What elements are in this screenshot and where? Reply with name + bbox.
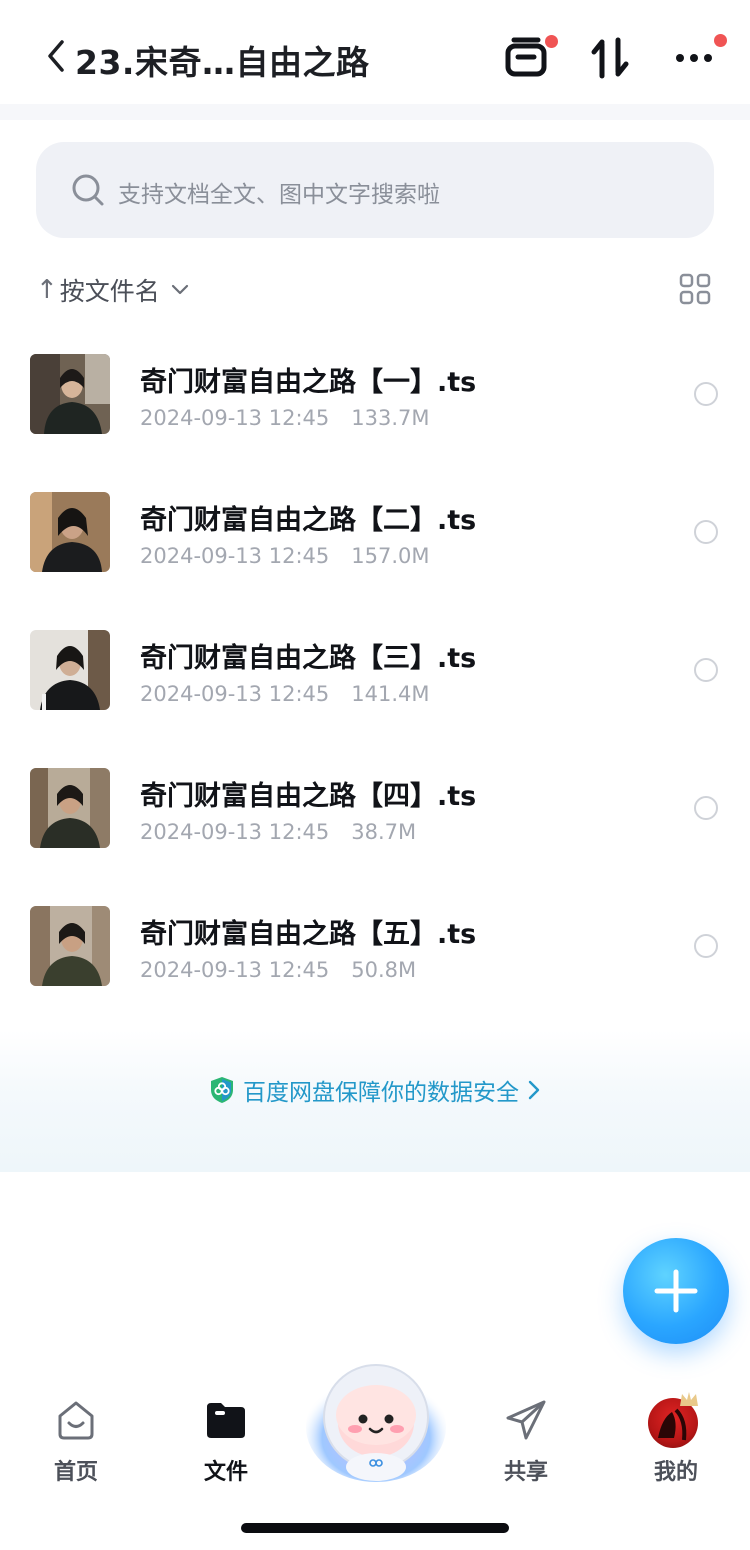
- tab-files[interactable]: 文件: [176, 1380, 276, 1485]
- paper-plane-icon: [506, 1400, 546, 1440]
- file-list: 奇门财富自由之路【一】.ts 2024-09-13 12:45 133.7M 奇门…: [0, 332, 750, 1022]
- tab-share-label: 共享: [503, 1460, 548, 1485]
- tab-home-label: 首页: [53, 1460, 98, 1485]
- file-size: 38.7M: [351, 820, 417, 844]
- folder-icon: [207, 1403, 245, 1438]
- grid-icon: [679, 273, 711, 305]
- tab-files-label: 文件: [203, 1460, 248, 1485]
- more-button[interactable]: [668, 30, 727, 86]
- notification-dot: [545, 35, 558, 48]
- video-thumbnail: [30, 630, 110, 710]
- top-bar: 23.宋奇…自由之路: [0, 0, 750, 104]
- file-size: 133.7M: [351, 406, 430, 430]
- file-meta: 2024-09-13 12:45 141.4M: [140, 682, 452, 706]
- file-date: 2024-09-13 12:45: [140, 820, 330, 844]
- tab-share[interactable]: 共享: [476, 1380, 576, 1485]
- notification-dot: [714, 34, 727, 47]
- file-meta: 2024-09-13 12:45 133.7M: [140, 406, 452, 430]
- home-icon: [58, 1401, 94, 1440]
- select-checkbox[interactable]: [694, 520, 718, 544]
- file-name: 奇门财富自由之路【二】.ts: [140, 505, 477, 536]
- sort-transfer-button[interactable]: [584, 30, 640, 86]
- file-list-item[interactable]: 奇门财富自由之路【四】.ts 2024-09-13 12:45 38.7M: [0, 746, 750, 884]
- ai-assistant-button[interactable]: [305, 1355, 447, 1485]
- video-thumbnail: [30, 354, 110, 434]
- back-button[interactable]: [38, 34, 74, 78]
- file-meta: 2024-09-13 12:45 38.7M: [140, 820, 438, 844]
- file-list-item[interactable]: 奇门财富自由之路【三】.ts 2024-09-13 12:45 141.4M: [0, 608, 750, 746]
- file-date: 2024-09-13 12:45: [140, 958, 330, 982]
- chevron-right-icon: [528, 1080, 540, 1100]
- chevron-left-icon: [48, 40, 64, 72]
- tab-mine-label: 我的: [653, 1460, 698, 1485]
- search-input[interactable]: 支持文档全文、图中文字搜索啦: [36, 142, 714, 238]
- select-checkbox[interactable]: [694, 796, 718, 820]
- sort-label: 按文件名: [59, 277, 160, 306]
- swap-vertical-icon: [591, 37, 629, 79]
- file-name: 奇门财富自由之路【一】.ts: [140, 367, 477, 398]
- search-icon: [72, 174, 104, 206]
- file-date: 2024-09-13 12:45: [140, 682, 330, 706]
- select-checkbox[interactable]: [694, 382, 718, 406]
- file-name: 奇门财富自由之路【四】.ts: [140, 781, 477, 812]
- select-checkbox[interactable]: [694, 934, 718, 958]
- search-placeholder: 支持文档全文、图中文字搜索啦: [118, 182, 440, 208]
- file-size: 50.8M: [351, 958, 417, 982]
- file-date: 2024-09-13 12:45: [140, 406, 330, 430]
- sort-direction-icon: ↑: [36, 275, 58, 305]
- video-thumbnail: [30, 768, 110, 848]
- shield-icon: [211, 1077, 233, 1103]
- file-size: 157.0M: [351, 544, 430, 568]
- header-divider: [0, 104, 750, 120]
- file-date: 2024-09-13 12:45: [140, 544, 330, 568]
- add-button[interactable]: [623, 1238, 729, 1344]
- tab-mine[interactable]: 我的: [626, 1380, 726, 1485]
- file-meta: 2024-09-13 12:45 157.0M: [140, 544, 452, 568]
- file-name: 奇门财富自由之路【五】.ts: [140, 919, 477, 950]
- file-meta: 2024-09-13 12:45 50.8M: [140, 958, 438, 982]
- banner-text: 百度网盘保障你的数据安全: [243, 1080, 519, 1106]
- page-title: 23.宋奇…自由之路: [75, 43, 370, 82]
- file-list-item[interactable]: 奇门财富自由之路【二】.ts 2024-09-13 12:45 157.0M: [0, 470, 750, 608]
- chevron-down-icon: [171, 284, 188, 295]
- security-banner[interactable]: 百度网盘保障你的数据安全: [0, 1070, 750, 1110]
- select-checkbox[interactable]: [694, 658, 718, 682]
- file-list-item[interactable]: 奇门财富自由之路【一】.ts 2024-09-13 12:45 133.7M: [0, 332, 750, 470]
- transfer-list-button[interactable]: [500, 30, 558, 86]
- file-list-item[interactable]: 奇门财富自由之路【五】.ts 2024-09-13 12:45 50.8M: [0, 884, 750, 1022]
- plus-icon: [654, 1269, 698, 1313]
- file-name: 奇门财富自由之路【三】.ts: [140, 643, 477, 674]
- sort-selector[interactable]: ↑ 按文件名: [36, 270, 190, 310]
- file-size: 141.4M: [351, 682, 430, 706]
- video-thumbnail: [30, 906, 110, 986]
- grid-view-button[interactable]: [678, 272, 712, 306]
- crown-icon: [680, 1392, 698, 1406]
- video-thumbnail: [30, 492, 110, 572]
- tab-home[interactable]: 首页: [26, 1380, 126, 1485]
- home-indicator: [241, 1523, 509, 1533]
- mascot-icon: [306, 1364, 446, 1482]
